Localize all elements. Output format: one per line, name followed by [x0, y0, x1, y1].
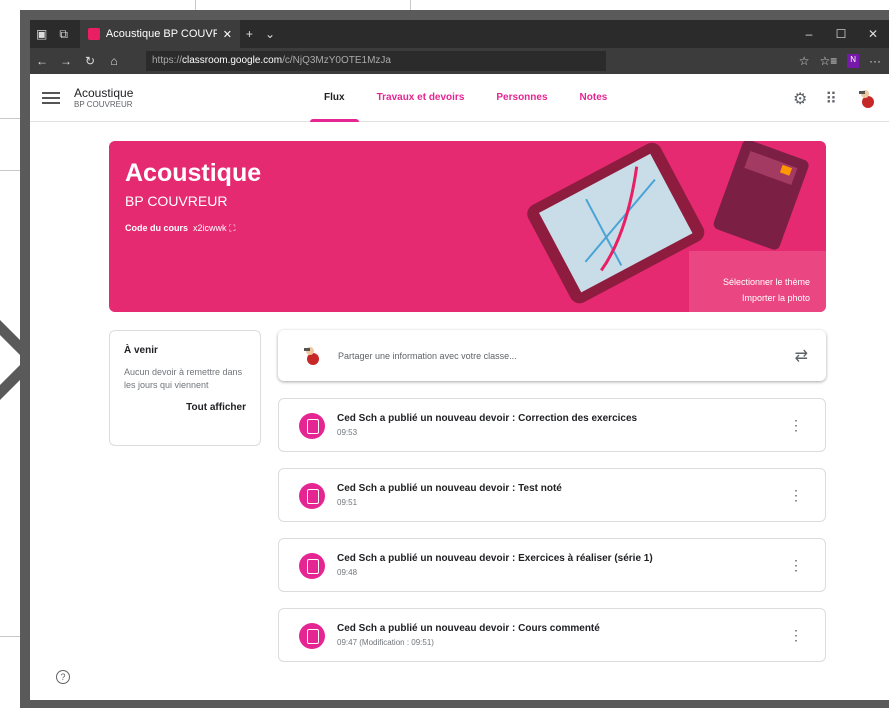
view-all-link[interactable]: Tout afficher [124, 402, 246, 413]
home-icon[interactable]: ⌂ [102, 54, 126, 68]
classroom-header: Acoustique BP COUVREUR Flux Travaux et d… [30, 74, 889, 122]
course-code-label: Code du cours [125, 223, 189, 233]
course-code: Code du cours x2icwwk ⛶ [125, 223, 235, 234]
new-tab-icon[interactable]: + [246, 27, 253, 41]
minimize-icon[interactable]: – [793, 20, 825, 48]
course-subtitle: BP COUVREUR [74, 99, 133, 109]
stream-post[interactable]: Ced Sch a publié un nouveau devoir : Cou… [278, 608, 826, 662]
back-icon[interactable]: ← [30, 54, 54, 68]
url-path: /c/NjQ3MzY0OTE1MzJa [282, 55, 391, 66]
post-time: 09:47 (Modification : 09:51) [337, 638, 434, 647]
main-menu-icon[interactable] [42, 89, 60, 107]
banner-section: BP COUVREUR [125, 193, 228, 209]
assignment-icon [299, 483, 325, 509]
share-placeholder: Partager une information avec votre clas… [338, 350, 517, 361]
upcoming-card: À venir Aucun devoir à remettre dans les… [109, 330, 261, 446]
more-vert-icon[interactable]: ⋮ [789, 417, 803, 434]
post-title: Ced Sch a publié un nouveau devoir : Exe… [337, 553, 653, 564]
stream-post[interactable]: Ced Sch a publié un nouveau devoir : Cor… [278, 398, 826, 452]
tab-close-icon[interactable]: ✕ [223, 28, 232, 41]
post-time: 09:51 [337, 498, 358, 507]
post-time: 09:53 [337, 428, 358, 437]
stream-post[interactable]: Ced Sch a publié un nouveau devoir : Tes… [278, 468, 826, 522]
repost-icon[interactable]: ⇄ [795, 346, 808, 366]
post-title: Ced Sch a publié un nouveau devoir : Cou… [337, 623, 600, 634]
url-field[interactable]: https://classroom.google.com/c/NjQ3MzY0O… [146, 51, 606, 71]
course-banner: Acoustique BP COUVREUR Code du cours x2i… [109, 141, 826, 312]
tab-actions-icon[interactable]: ▣ [36, 27, 47, 41]
close-window-icon[interactable]: ✕ [857, 20, 889, 48]
more-vert-icon[interactable]: ⋮ [789, 627, 803, 644]
tab-personnes[interactable]: Personnes [480, 74, 563, 122]
tab-flux[interactable]: Flux [308, 74, 361, 122]
more-vert-icon[interactable]: ⋮ [789, 557, 803, 574]
tab-notes[interactable]: Notes [564, 74, 624, 122]
maximize-icon[interactable]: ☐ [825, 20, 857, 48]
assignment-icon [299, 553, 325, 579]
browser-tab-classroom[interactable]: Acoustique BP COUVRE ✕ [79, 20, 240, 48]
import-photo-link[interactable]: Importer la photo [723, 290, 810, 306]
assignment-icon [299, 623, 325, 649]
fullscreen-code-icon[interactable]: ⛶ [229, 223, 235, 233]
tab-menu-chevron-icon[interactable]: ⌄ [265, 27, 275, 41]
banner-title: Acoustique [125, 159, 262, 187]
more-vert-icon[interactable]: ⋮ [789, 487, 803, 504]
address-bar: ← → ↻ ⌂ https://classroom.google.com/c/N… [30, 48, 889, 74]
post-title: Ced Sch a publié un nouveau devoir : Tes… [337, 483, 562, 494]
post-title: Ced Sch a publié un nouveau devoir : Cor… [337, 413, 638, 424]
url-prefix: https:// [152, 55, 183, 66]
tabs-aside-icon[interactable]: ⧉ [59, 27, 68, 42]
favorites-star-icon[interactable]: ☆ [799, 54, 810, 68]
tab-title: Acoustique BP COUVRE [105, 28, 217, 40]
settings-gear-icon[interactable]: ⚙ [793, 89, 807, 109]
share-box[interactable]: Partager une information avec votre clas… [278, 330, 826, 381]
more-icon[interactable]: ··· [869, 54, 881, 68]
refresh-icon[interactable]: ↻ [78, 54, 102, 68]
classroom-favicon-icon [87, 28, 100, 40]
course-code-value: x2icwwk [193, 223, 227, 233]
share-avatar [304, 346, 319, 365]
stream-post[interactable]: Ced Sch a publié un nouveau devoir : Exe… [278, 538, 826, 592]
select-theme-link[interactable]: Sélectionner le thème [723, 274, 810, 290]
favorites-list-icon[interactable]: ☆≡ [819, 54, 837, 68]
user-avatar[interactable] [855, 88, 877, 110]
course-title: Acoustique [74, 85, 134, 100]
onenote-icon[interactable]: N [847, 54, 859, 68]
forward-icon[interactable]: → [54, 54, 78, 68]
tab-travaux[interactable]: Travaux et devoirs [361, 74, 481, 122]
course-tabs: Flux Travaux et devoirs Personnes Notes [308, 74, 623, 122]
url-domain: classroom.google.com [182, 55, 283, 66]
course-heading[interactable]: Acoustique BP COUVREUR [74, 85, 134, 109]
help-icon[interactable]: ? [56, 670, 70, 684]
browser-tab-bar: ▣ ⧉ Acoustique BP COUVRE ✕ + ⌄ – ☐ ✕ [30, 20, 889, 48]
upcoming-title: À venir [124, 345, 158, 356]
browser-window: ▣ ⧉ Acoustique BP COUVRE ✕ + ⌄ – ☐ ✕ ← →… [30, 20, 889, 700]
assignment-icon [299, 413, 325, 439]
apps-grid-icon[interactable]: ⠿ [825, 89, 837, 109]
post-time: 09:48 [337, 568, 358, 577]
upcoming-description: Aucun devoir à remettre dans les jours q… [124, 367, 243, 390]
